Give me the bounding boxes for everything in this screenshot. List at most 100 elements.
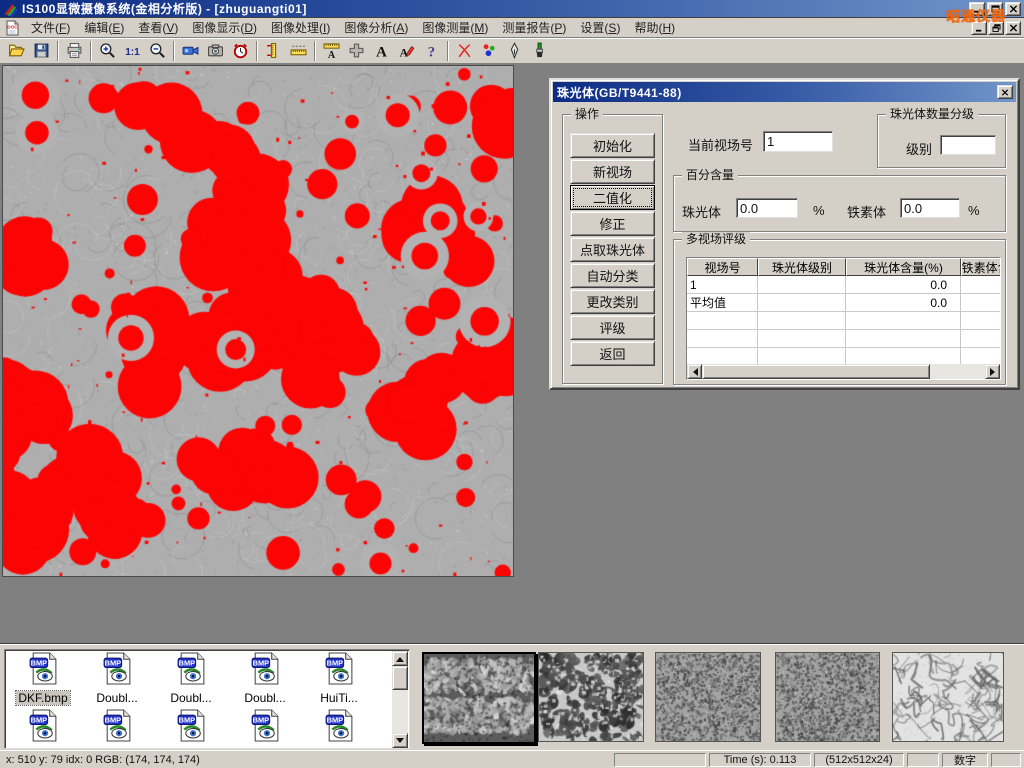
menu-file[interactable]: 文件(F) xyxy=(24,17,77,38)
minimize-button[interactable] xyxy=(969,2,985,16)
micrograph-image[interactable] xyxy=(2,65,514,577)
scroll-right-button[interactable] xyxy=(985,364,1000,379)
timer-button[interactable] xyxy=(228,40,253,62)
op-button-自动分类[interactable]: 自动分类 xyxy=(570,263,655,288)
table-row[interactable]: 平均值0.0 xyxy=(687,294,1000,312)
file-item[interactable]: BMPDKF.bmp xyxy=(6,652,80,705)
table-cell xyxy=(758,330,846,348)
column-header[interactable]: 珠光体级别 xyxy=(758,258,846,276)
table-cell xyxy=(846,330,961,348)
curve-tool-button[interactable] xyxy=(452,40,477,62)
bmp-file-icon: BMP xyxy=(323,652,356,690)
pen-button[interactable] xyxy=(502,40,527,62)
maximize-button[interactable] xyxy=(987,2,1003,16)
table-row[interactable] xyxy=(687,312,1000,330)
table-row[interactable] xyxy=(687,330,1000,348)
file-item-clipped[interactable]: BMP xyxy=(80,709,154,747)
toolbar-separator xyxy=(447,41,449,61)
level-label: 级别 xyxy=(906,139,932,158)
op-button-新视场[interactable]: 新视场 xyxy=(570,159,655,184)
file-item[interactable]: BMPHuiTi... xyxy=(302,652,376,705)
toolbar: 1:1AAA? xyxy=(0,38,1024,64)
thumb-4[interactable] xyxy=(775,652,880,742)
op-button-返回[interactable]: 返回 xyxy=(570,341,655,366)
column-header[interactable]: 珠光体含量(%) xyxy=(846,258,961,276)
status-panel-3: (512x512x24) xyxy=(814,753,904,767)
level-input[interactable] xyxy=(940,135,996,155)
ruler-button[interactable] xyxy=(286,40,311,62)
zoom-in-button[interactable] xyxy=(95,40,120,62)
thumb-3[interactable] xyxy=(655,652,761,742)
file-browser: BMPDKF.bmpBMPDoubl...BMPDoubl...BMPDoubl… xyxy=(4,649,410,749)
file-name: Doubl... xyxy=(242,691,287,705)
one-to-one-button[interactable]: 1:1 xyxy=(120,40,145,62)
file-item[interactable]: BMPDoubl... xyxy=(228,652,302,705)
file-scrollbar-thumb[interactable] xyxy=(392,666,408,690)
mdi-close-button[interactable] xyxy=(1005,21,1021,35)
column-header[interactable]: 视场号 xyxy=(687,258,758,276)
grading-group: 珠光体数量分级 级别 xyxy=(877,114,1006,168)
print-button[interactable] xyxy=(62,40,87,62)
help-button[interactable]: ? xyxy=(419,40,444,62)
zoom-out-button[interactable] xyxy=(145,40,170,62)
toolbar-separator xyxy=(314,41,316,61)
text-button[interactable]: A xyxy=(369,40,394,62)
toolbar-separator xyxy=(173,41,175,61)
op-button-修正[interactable]: 修正 xyxy=(570,211,655,236)
scroll-up-button[interactable] xyxy=(392,651,408,666)
column-header[interactable]: 铁素体含量(%) xyxy=(961,258,1001,276)
save-button[interactable] xyxy=(29,40,54,62)
ferrite-percent-input[interactable] xyxy=(900,198,960,218)
op-button-二值化[interactable]: 二值化 xyxy=(570,185,655,210)
thumb-5[interactable] xyxy=(892,652,1004,742)
file-item[interactable]: BMPDoubl... xyxy=(154,652,228,705)
mdi-minimize-button[interactable] xyxy=(971,21,987,35)
status-bar: x: 510 y: 79 idx: 0 RGB: (174, 174, 174)… xyxy=(0,750,1024,768)
op-button-初始化[interactable]: 初始化 xyxy=(570,133,655,158)
file-item[interactable]: BMPDoubl... xyxy=(80,652,154,705)
file-scrollbar[interactable] xyxy=(392,651,408,748)
file-item-clipped[interactable]: BMP xyxy=(6,709,80,747)
file-name: HuiTi... xyxy=(318,691,360,705)
menu-edit[interactable]: 编辑(E) xyxy=(77,17,131,38)
brush-button[interactable] xyxy=(527,40,552,62)
op-button-评级[interactable]: 评级 xyxy=(570,315,655,340)
scrollbar-thumb[interactable] xyxy=(702,364,930,379)
menu-view[interactable]: 查看(V) xyxy=(131,17,185,38)
menu-image-display[interactable]: 图像显示(D) xyxy=(185,17,264,38)
camera-button[interactable] xyxy=(203,40,228,62)
table-horizontal-scrollbar[interactable] xyxy=(687,364,1000,379)
file-item-clipped[interactable]: BMP xyxy=(228,709,302,747)
op-button-点取珠光体[interactable]: 点取珠光体 xyxy=(570,237,655,262)
dialog-close-button[interactable] xyxy=(997,85,1013,99)
caliper-button[interactable] xyxy=(261,40,286,62)
scroll-left-button[interactable] xyxy=(687,364,702,379)
scroll-down-button[interactable] xyxy=(392,733,408,748)
current-field-input[interactable] xyxy=(763,131,833,152)
menu-measure-report[interactable]: 测量报告(P) xyxy=(495,17,573,38)
svg-text:BMP: BMP xyxy=(30,715,47,724)
thumb-2[interactable] xyxy=(538,652,644,742)
document-icon[interactable]: DOC xyxy=(4,20,20,36)
status-panels: Time (s): 0.113(512x512x24)数字 xyxy=(614,753,1024,767)
pan-cross-button[interactable] xyxy=(344,40,369,62)
table-row[interactable]: 10.0 xyxy=(687,276,1000,294)
measure-text-button[interactable]: A xyxy=(319,40,344,62)
thumb-1[interactable] xyxy=(422,652,536,744)
menu-image-analysis[interactable]: 图像分析(A) xyxy=(337,17,415,38)
menu-help[interactable]: 帮助(H) xyxy=(627,17,682,38)
particles-button[interactable] xyxy=(477,40,502,62)
video-camera-button[interactable] xyxy=(178,40,203,62)
op-button-更改类别[interactable]: 更改类别 xyxy=(570,289,655,314)
file-item-clipped[interactable]: BMP xyxy=(154,709,228,747)
close-button[interactable] xyxy=(1005,2,1021,16)
svg-text:BMP: BMP xyxy=(178,715,195,724)
menu-image-process[interactable]: 图像处理(I) xyxy=(264,17,337,38)
pearlite-percent-input[interactable] xyxy=(736,198,798,218)
annotate-button[interactable]: A xyxy=(394,40,419,62)
menu-settings[interactable]: 设置(S) xyxy=(573,17,627,38)
menu-image-measure[interactable]: 图像测量(M) xyxy=(415,17,495,38)
open-folder-button[interactable] xyxy=(4,40,29,62)
file-item-clipped[interactable]: BMP xyxy=(302,709,376,747)
mdi-restore-button[interactable] xyxy=(988,21,1004,35)
